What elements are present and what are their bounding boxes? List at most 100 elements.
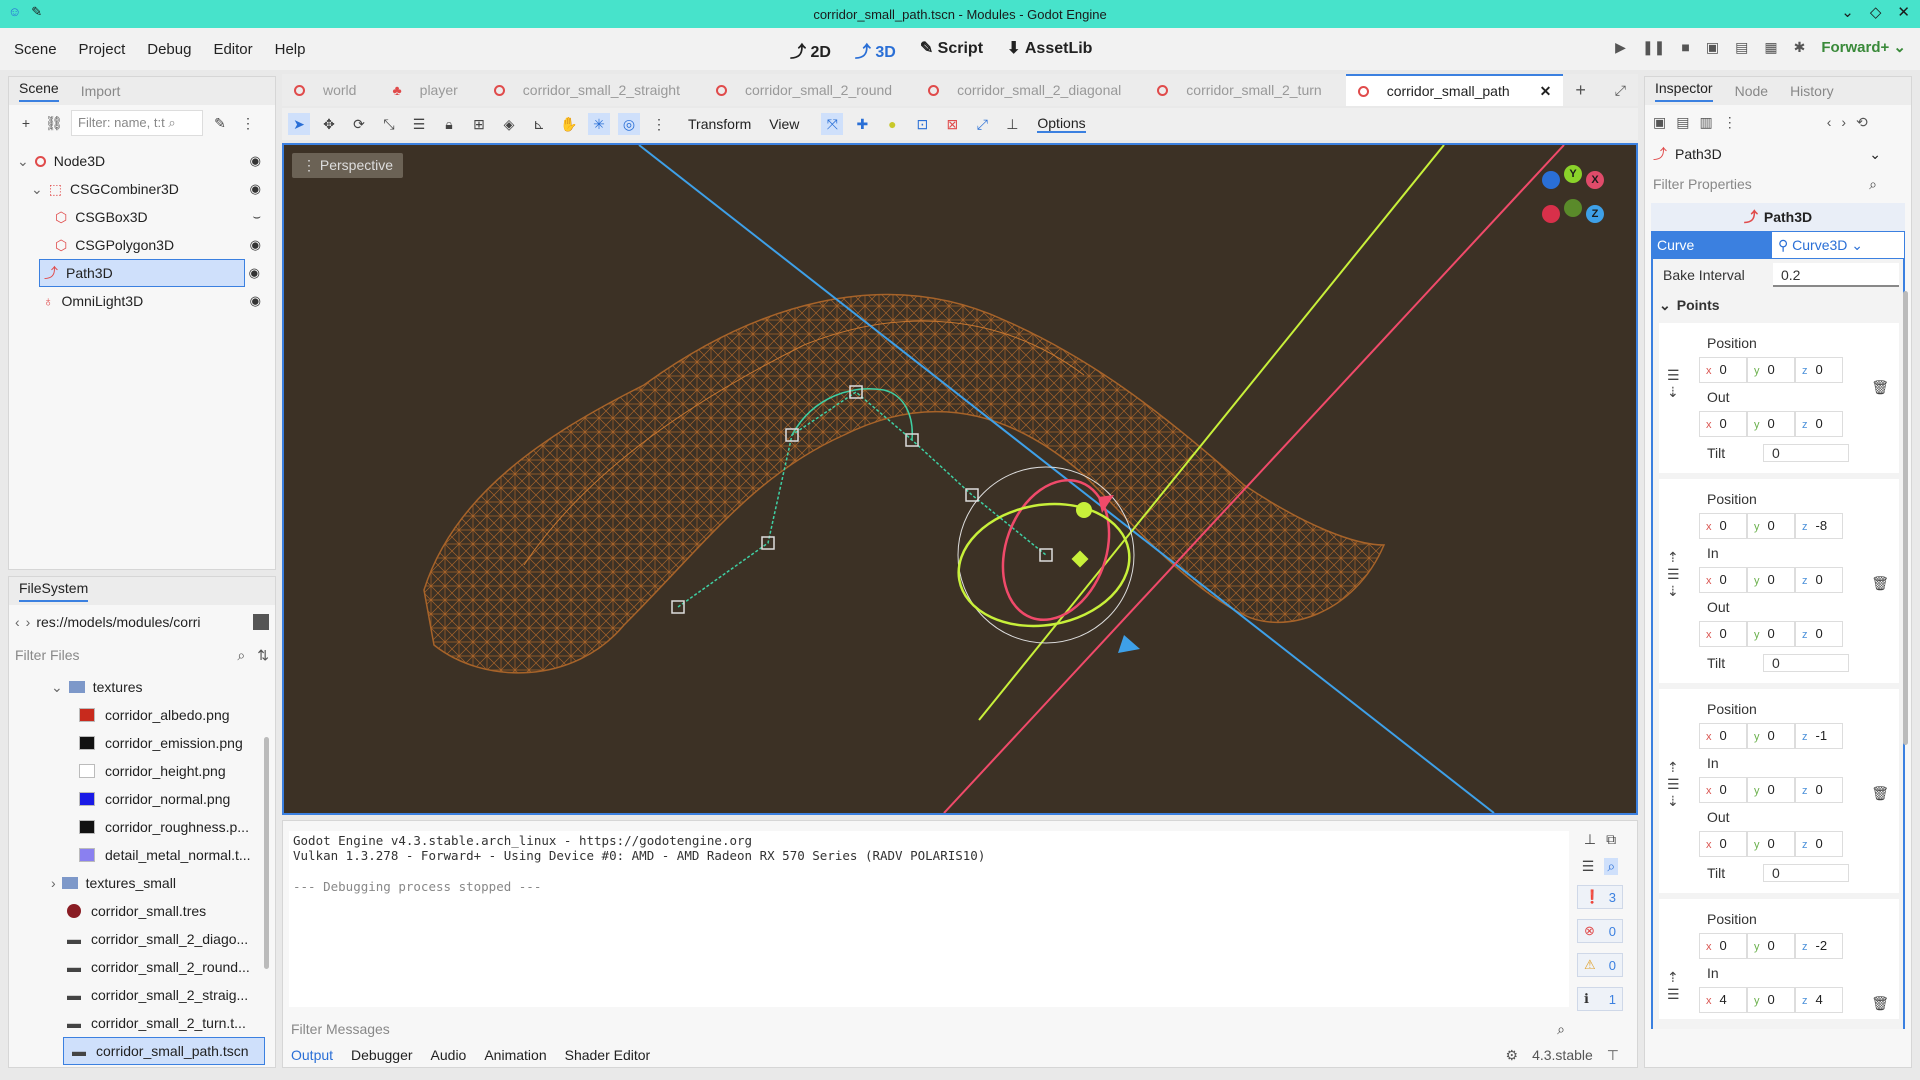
ruler-icon[interactable]: ⊾: [528, 113, 550, 135]
lock-icon[interactable]: 🔒︎: [438, 113, 460, 135]
transform-menu[interactable]: Transform: [688, 116, 751, 132]
tree-node-csgbox3d[interactable]: ⬡ CSGBox3D ⌣: [9, 203, 275, 231]
file-item[interactable]: corridor_albedo.png: [9, 701, 275, 729]
workspace-assetlib-button[interactable]: ⬇ AssetLib: [1007, 38, 1092, 62]
new-resource-icon[interactable]: ▣: [1653, 114, 1666, 131]
remote-debug-icon[interactable]: ▣: [1706, 39, 1719, 56]
path-input[interactable]: res://models/modules/corri: [36, 610, 247, 634]
point-1-in[interactable]: x0y0z0: [1699, 567, 1899, 593]
play-icon[interactable]: ▶: [1615, 39, 1626, 56]
bone-icon[interactable]: ✋: [558, 113, 580, 135]
filter-messages-toggle[interactable]: ❗ 3: [1577, 885, 1623, 909]
save-resource-icon[interactable]: ▥: [1699, 114, 1712, 131]
file-item[interactable]: corridor_emission.png: [9, 729, 275, 757]
file-filter-input[interactable]: Filter Files: [15, 647, 237, 663]
3d-viewport[interactable]: ⋮ Perspective Y X Z: [282, 143, 1638, 815]
point-2-out[interactable]: x0y0z0: [1699, 831, 1899, 857]
maximize-icon[interactable]: ◇: [1870, 3, 1882, 21]
tab-player[interactable]: ♣ player: [380, 74, 481, 106]
gizmo-y-dot[interactable]: Y: [1564, 165, 1582, 183]
point-0-position[interactable]: x0y0z0: [1699, 357, 1899, 383]
minimize-icon[interactable]: ⌄: [1841, 3, 1854, 21]
play-custom-icon[interactable]: ✱: [1794, 39, 1806, 56]
file-item[interactable]: ▬ corridor_small_2_turn.t...: [9, 1009, 275, 1037]
perspective-button[interactable]: ⋮ Perspective: [292, 153, 404, 178]
tab-corridor-diagonal[interactable]: corridor_small_2_diagonal: [916, 74, 1145, 106]
file-item[interactable]: corridor_small.tres: [9, 897, 275, 925]
path-clear-icon[interactable]: ⊥: [1001, 113, 1023, 135]
history-icon[interactable]: ⟲: [1856, 114, 1868, 131]
gizmo-x-dot[interactable]: X: [1586, 171, 1604, 189]
move-tool-icon[interactable]: ✥: [318, 113, 340, 135]
visibility-eye-icon[interactable]: ◉: [250, 237, 261, 253]
workspace-3d-button[interactable]: ⤴ 3D: [855, 38, 896, 62]
visibility-eye-icon[interactable]: ◉: [250, 293, 261, 309]
snap-object-icon[interactable]: ◈: [498, 113, 520, 135]
local-space-icon[interactable]: ✳: [588, 113, 610, 135]
scene-filter-input[interactable]: Filter: name, t:t ⌕: [71, 110, 203, 136]
point-0-out[interactable]: x0y0z0: [1699, 411, 1899, 437]
close-tab-icon[interactable]: ✕: [1540, 83, 1552, 100]
reorder-handle-icon[interactable]: ⇡ ☰: [1667, 969, 1680, 1003]
point-2-position[interactable]: x 0 y 0 z -1: [1699, 723, 1899, 749]
delete-point-icon[interactable]: 🗑︎: [1871, 575, 1889, 592]
inspector-scrollbar[interactable]: [1903, 291, 1908, 745]
toolbar-menu-icon[interactable]: ⋮: [648, 113, 670, 135]
tab-audio[interactable]: Audio: [431, 1047, 467, 1063]
tab-filesystem[interactable]: FileSystem: [19, 580, 89, 602]
forward-icon[interactable]: ›: [26, 614, 31, 630]
file-item[interactable]: corridor_normal.png: [9, 785, 275, 813]
point-1-position[interactable]: x 0 y 0 z -8: [1699, 513, 1899, 539]
tab-shader-editor[interactable]: Shader Editor: [565, 1047, 651, 1063]
search-log-icon[interactable]: ⌕: [1604, 858, 1619, 875]
view-menu[interactable]: View: [769, 116, 799, 132]
history-forward-icon[interactable]: ›: [1841, 114, 1846, 130]
folder-textures-small[interactable]: › textures_small: [9, 869, 275, 897]
point-3-position[interactable]: x 0 y 0 z -2: [1699, 933, 1899, 959]
close-window-icon[interactable]: ✕: [1897, 3, 1910, 21]
pause-icon[interactable]: ❚❚: [1642, 39, 1665, 56]
menu-scene[interactable]: Scene: [14, 41, 57, 58]
add-node-icon[interactable]: +: [15, 112, 37, 134]
rotate-tool-icon[interactable]: ⟳: [348, 113, 370, 135]
filter-warnings-toggle[interactable]: ⚠ 0: [1577, 953, 1623, 977]
expand-panel-icon[interactable]: ⊤: [1607, 1047, 1619, 1064]
link-icon[interactable]: ⛓: [43, 112, 65, 134]
renderer-select[interactable]: Forward+ ⌄: [1821, 38, 1906, 56]
tab-inspector[interactable]: Inspector: [1655, 80, 1713, 102]
file-item-selected[interactable]: ▬ corridor_small_path.tscn: [63, 1037, 265, 1065]
select-tool-icon[interactable]: ➤: [288, 113, 310, 135]
path-tilt-icon[interactable]: ⤢: [971, 113, 993, 135]
inspector-menu-icon[interactable]: ⋮: [1723, 114, 1737, 131]
snap-icon[interactable]: ◎: [618, 113, 640, 135]
folder-textures[interactable]: ⌄ textures: [9, 673, 275, 701]
attach-script-icon[interactable]: ✎: [209, 112, 231, 134]
file-item[interactable]: corridor_roughness.p...: [9, 813, 275, 841]
curve-resource-button[interactable]: ⚲ Curve3D ⌄: [1771, 231, 1905, 259]
menu-debug[interactable]: Debug: [147, 41, 191, 58]
tree-node-node3d[interactable]: ⌄ Node3D ◉: [9, 147, 275, 175]
split-view-icon[interactable]: [253, 614, 269, 630]
tree-node-csgpolygon3d[interactable]: ⬡ CSGPolygon3D ◉: [9, 231, 275, 259]
visibility-eye-icon[interactable]: ◉: [249, 265, 260, 281]
gizmo-neg-y-dot[interactable]: [1564, 199, 1582, 217]
sort-icon[interactable]: ⇅: [257, 647, 269, 664]
workspace-script-button[interactable]: ✎ Script: [920, 38, 983, 62]
filter-messages-input[interactable]: Filter Messages ⌕: [291, 1017, 1571, 1041]
stop-icon[interactable]: ■: [1681, 39, 1689, 55]
group-icon[interactable]: ⊞: [468, 113, 490, 135]
clear-log-icon[interactable]: ⊥: [1584, 831, 1596, 848]
visibility-eye-icon[interactable]: ◉: [250, 153, 261, 169]
tree-node-omnilight3d[interactable]: ♁ OmniLight3D ◉: [9, 287, 275, 315]
options-menu[interactable]: Options: [1037, 115, 1086, 133]
delete-point-icon[interactable]: 🗑︎: [1871, 785, 1889, 802]
menu-help[interactable]: Help: [275, 41, 306, 58]
menu-editor[interactable]: Editor: [213, 41, 252, 58]
file-item[interactable]: corridor_height.png: [9, 757, 275, 785]
tab-corridor-turn[interactable]: corridor_small_2_turn: [1145, 74, 1345, 106]
delete-point-icon[interactable]: 🗑︎: [1871, 379, 1889, 396]
tab-corridor-straight[interactable]: corridor_small_2_straight: [482, 74, 704, 106]
filter-properties-input[interactable]: Filter Properties ⌕: [1645, 169, 1911, 199]
pin-icon[interactable]: ✎: [31, 4, 42, 20]
tab-animation[interactable]: Animation: [484, 1047, 546, 1063]
